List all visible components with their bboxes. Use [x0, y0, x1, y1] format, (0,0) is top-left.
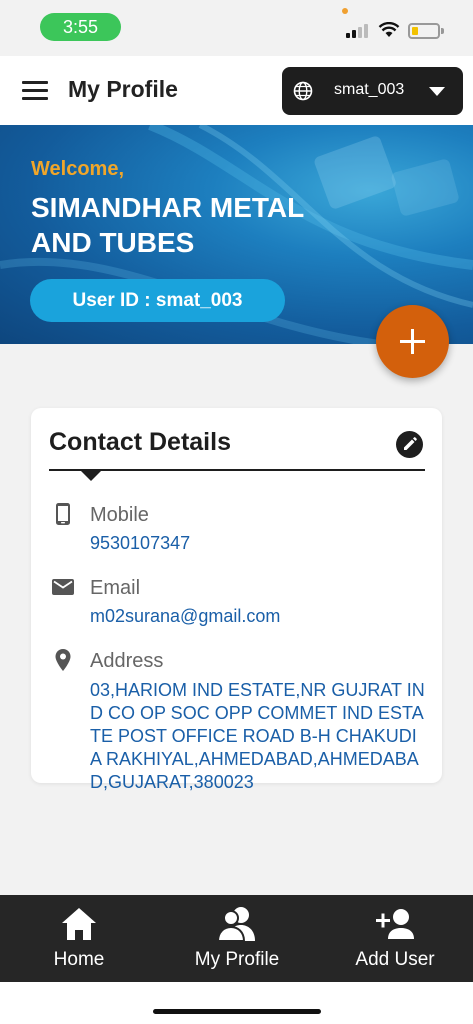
phone-icon — [56, 503, 70, 525]
title-divider — [49, 469, 425, 471]
hamburger-menu-icon[interactable] — [22, 81, 48, 101]
status-bar: 3:55 — [0, 0, 473, 56]
mobile-label: Mobile — [90, 504, 149, 526]
mobile-value[interactable]: 9530107347 — [90, 533, 190, 554]
users-icon — [216, 907, 255, 942]
globe-icon — [293, 81, 313, 101]
app-bar: My Profile smat_003 — [0, 56, 473, 125]
chevron-down-icon — [429, 87, 445, 96]
user-selector-value: smat_003 — [334, 81, 405, 98]
mail-icon — [52, 579, 74, 595]
divider-notch — [81, 471, 101, 481]
nav-item-my-profile[interactable]: My Profile — [167, 895, 307, 982]
home-indicator[interactable] — [153, 1009, 321, 1014]
nav-label-my-profile: My Profile — [194, 949, 280, 970]
email-value[interactable]: m02surana@gmail.com — [90, 606, 280, 627]
pencil-icon — [404, 437, 417, 450]
address-value: 03,HARIOM IND ESTATE,NR GUJRAT IND CO OP… — [90, 680, 425, 792]
card-title: Contact Details — [49, 428, 231, 456]
nav-item-home[interactable]: Home — [9, 895, 149, 982]
company-name: SIMANDHAR METAL AND TUBES — [31, 192, 304, 258]
nav-label-home: Home — [53, 949, 105, 970]
nav-label-add-user: Add User — [355, 949, 435, 970]
user-id-badge: User ID : smat_003 — [30, 279, 285, 322]
nav-item-add-user[interactable]: Add User — [325, 895, 465, 982]
add-user-icon — [376, 909, 414, 939]
add-fab-button[interactable] — [376, 305, 449, 378]
privacy-indicator-dot — [342, 8, 348, 14]
bottom-navigation: Home My Profile Add User — [0, 895, 473, 982]
location-pin-icon — [55, 649, 71, 671]
status-time: 3:55 — [40, 13, 121, 41]
wifi-icon — [378, 22, 400, 37]
user-selector-dropdown[interactable]: smat_003 — [282, 67, 463, 115]
cellular-signal-icon — [346, 24, 368, 38]
home-icon — [62, 908, 96, 940]
edit-contact-button[interactable] — [396, 431, 423, 458]
page-title: My Profile — [68, 76, 178, 102]
address-label: Address — [90, 650, 164, 672]
welcome-text: Welcome, — [31, 158, 124, 180]
email-label: Email — [90, 577, 141, 599]
home-indicator-area — [0, 982, 473, 1024]
battery-icon — [408, 23, 444, 39]
